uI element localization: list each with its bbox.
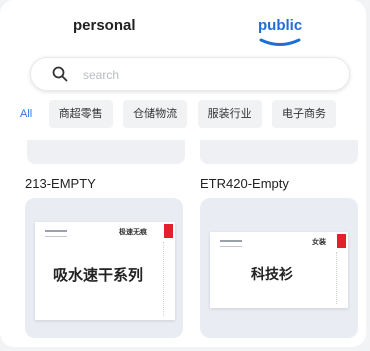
tab-personal[interactable]: personal — [73, 17, 136, 34]
brand-logo — [45, 230, 67, 237]
category-ecommerce[interactable]: 电子商务 — [272, 100, 337, 128]
category-all[interactable]: All — [20, 100, 39, 128]
template-name: ETR420-Empty — [200, 176, 289, 191]
color-swatch — [164, 224, 173, 238]
category-filter: All 商超零售 仓储物流 服装行业 电子商务 — [20, 100, 366, 130]
tab-bar: personal public — [0, 0, 366, 50]
tab-public[interactable]: public — [258, 17, 302, 34]
active-tab-indicator — [259, 38, 301, 46]
template-card-previous[interactable] — [200, 140, 358, 164]
template-card[interactable]: 极速无痕 吸水速干系列 — [25, 198, 183, 338]
template-panel: personal public All 商超零售 仓储物流 服装行业 电子商务 … — [0, 0, 366, 347]
brand-logo — [220, 240, 242, 247]
label-text: 科技衫 — [251, 266, 293, 282]
category-logistics[interactable]: 仓储物流 — [123, 100, 188, 128]
search-bar[interactable] — [30, 57, 350, 91]
label-preview: 极速无痕 吸水速干系列 — [35, 222, 175, 320]
label-side-strip — [163, 242, 173, 316]
template-card[interactable]: 女装 科技衫 — [200, 198, 358, 338]
label-preview: 女装 科技衫 — [210, 232, 348, 308]
template-card-previous[interactable] — [27, 140, 185, 164]
category-retail[interactable]: 商超零售 — [48, 100, 113, 128]
template-name: 213-EMPTY — [25, 176, 96, 191]
label-text: 吸水速干系列 — [52, 267, 143, 284]
search-input[interactable] — [81, 64, 335, 86]
color-swatch — [337, 234, 346, 248]
search-icon — [52, 66, 68, 82]
label-side-strip — [336, 252, 346, 304]
category-apparel[interactable]: 服装行业 — [197, 100, 262, 128]
label-tag: 极速无痕 — [119, 229, 147, 236]
label-tag: 女装 — [312, 239, 326, 246]
